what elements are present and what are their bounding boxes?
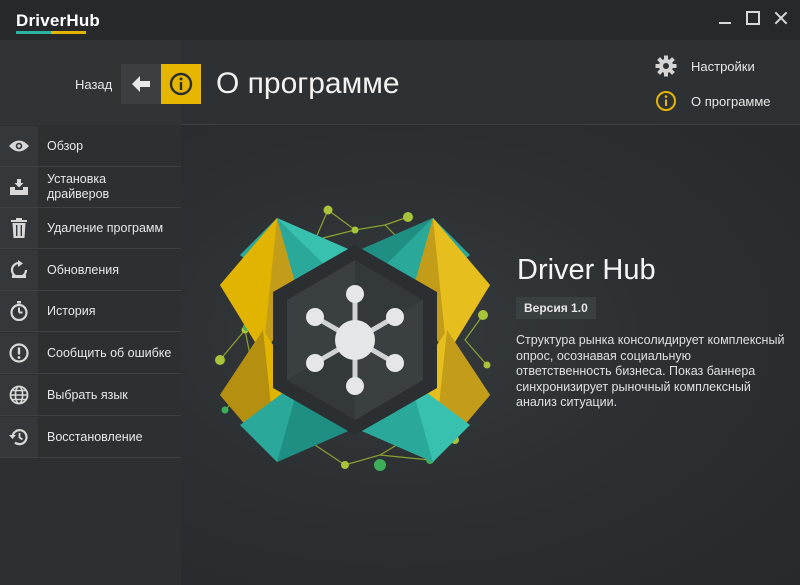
eye-icon: [9, 140, 29, 152]
title-bar: DriverHub: [0, 0, 800, 40]
version-badge: Версия 1.0: [516, 297, 596, 319]
update-icon: [10, 260, 28, 279]
info-icon: [169, 72, 193, 96]
sidebar-item-label: Сообщить об ошибке: [47, 345, 172, 360]
sidebar-item-report-error[interactable]: Сообщить об ошибке: [0, 333, 181, 374]
sidebar-item-label: Установка драйверов: [47, 172, 110, 201]
alert-icon: [9, 343, 29, 363]
sidebar-item-label: Восстановление: [47, 429, 143, 444]
about-label: О программе: [691, 93, 771, 109]
info-tile: [161, 64, 201, 104]
app-logo: DriverHub: [16, 11, 100, 30]
globe-icon: [9, 385, 29, 405]
sidebar-item-updates[interactable]: Обновления: [0, 250, 181, 291]
sidebar-item-uninstall[interactable]: Удаление программ: [0, 208, 181, 249]
product-description: Структура рынка консолидирует комплексны…: [516, 333, 785, 409]
logo-underline: [16, 31, 86, 34]
minimize-icon[interactable]: [718, 11, 732, 25]
back-label[interactable]: Назад: [75, 77, 112, 92]
settings-label: Настройки: [691, 58, 755, 74]
sidebar-item-restore[interactable]: Восстановление: [0, 417, 181, 458]
sidebar-item-label: Обновления: [47, 262, 119, 277]
page-title: О программе: [216, 67, 400, 100]
maximize-icon[interactable]: [746, 11, 760, 25]
sidebar-item-label: История: [47, 303, 96, 318]
about-menu-item[interactable]: О программе: [655, 89, 771, 113]
back-button[interactable]: [121, 64, 161, 104]
sidebar-item-driver-install[interactable]: Установка драйверов: [0, 167, 181, 208]
sidebar-item-history[interactable]: История: [0, 291, 181, 332]
sidebar-item-language[interactable]: Выбрать язык: [0, 375, 181, 416]
settings-menu-item[interactable]: Настройки: [655, 54, 755, 78]
gear-icon: [655, 55, 677, 77]
driverhub-emblem-illustration: [215, 205, 491, 471]
arrow-left-icon: [132, 76, 150, 92]
restore-icon: [9, 429, 28, 446]
sidebar-item-label: Удаление программ: [47, 220, 164, 235]
sidebar-item-label: Обзор: [47, 138, 84, 153]
sidebar-item-label: Выбрать язык: [47, 387, 128, 402]
trash-icon: [11, 218, 27, 238]
product-name: Driver Hub: [517, 254, 656, 286]
info-circle-icon: [656, 91, 676, 111]
install-tray-icon: [10, 179, 28, 195]
sidebar-item-overview[interactable]: Обзор: [0, 126, 181, 167]
window-controls: [718, 11, 788, 25]
stopwatch-icon: [10, 301, 28, 321]
close-icon[interactable]: [774, 11, 788, 25]
